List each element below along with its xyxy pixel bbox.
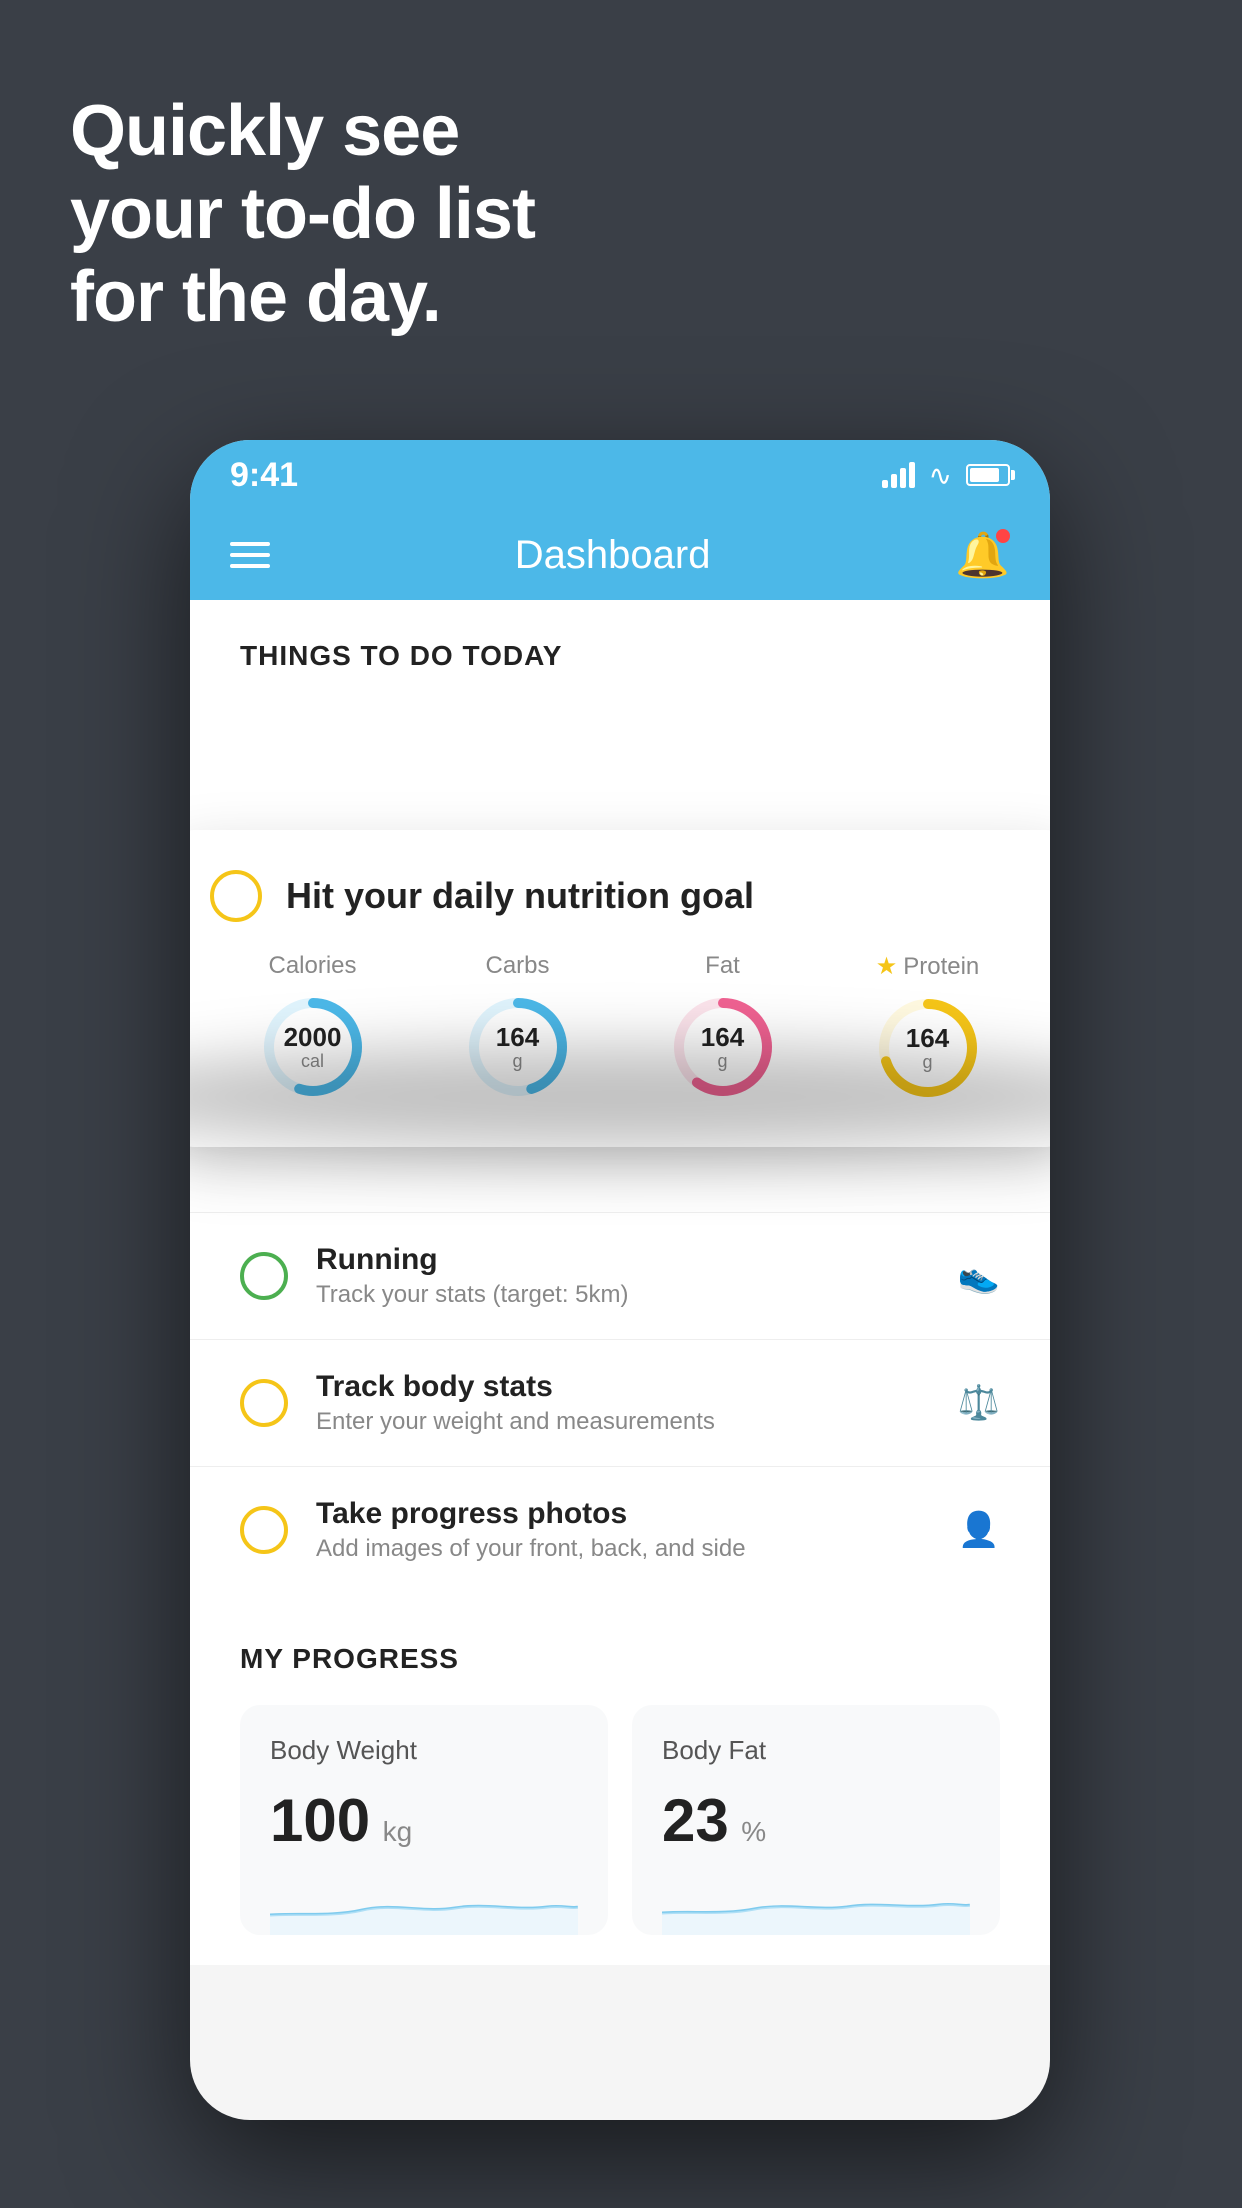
- status-time: 9:41: [230, 456, 298, 495]
- body-stats-icon: ⚖️: [958, 1383, 1000, 1423]
- photos-check-circle: [240, 1506, 288, 1554]
- body-fat-sparkline: [662, 1875, 970, 1935]
- body-weight-sparkline: [270, 1875, 578, 1935]
- body-weight-value-row: 100 kg: [270, 1786, 578, 1855]
- todo-heading: THINGS TO DO TODAY: [240, 640, 562, 671]
- wifi-icon: ∿: [929, 459, 952, 492]
- progress-cards: Body Weight 100 kg Body Fat: [240, 1705, 1000, 1935]
- todo-section-header: THINGS TO DO TODAY: [190, 600, 1050, 692]
- body-fat-value-row: 23 %: [662, 1786, 970, 1855]
- body-stats-check-circle: [240, 1379, 288, 1427]
- progress-section: MY PROGRESS Body Weight 100 kg: [190, 1593, 1050, 1965]
- body-fat-unit: %: [741, 1816, 766, 1847]
- running-check-circle: [240, 1252, 288, 1300]
- body-stats-subtitle: Enter your weight and measurements: [316, 1408, 930, 1436]
- nav-bar: Dashboard 🔔: [190, 510, 1050, 600]
- todo-check-circle[interactable]: [210, 870, 262, 922]
- photos-title: Take progress photos: [316, 1497, 930, 1531]
- fat-label: Fat: [705, 952, 740, 980]
- calories-value: 2000: [284, 1023, 342, 1052]
- content-area: THINGS TO DO TODAY Hit your daily nutrit…: [190, 600, 1050, 1965]
- signal-icon: [882, 462, 915, 488]
- running-text: Running Track your stats (target: 5km): [316, 1243, 930, 1309]
- photos-text: Take progress photos Add images of your …: [316, 1497, 930, 1563]
- todo-list: Running Track your stats (target: 5km) 👟…: [190, 1212, 1050, 1593]
- calories-label: Calories: [268, 952, 356, 980]
- carbs-label: Carbs: [485, 952, 549, 980]
- card-header: Hit your daily nutrition goal: [210, 870, 1030, 922]
- notifications-button[interactable]: 🔔: [955, 529, 1010, 581]
- body-weight-label: Body Weight: [270, 1735, 578, 1766]
- progress-heading: MY PROGRESS: [240, 1643, 1000, 1675]
- body-fat-label: Body Fat: [662, 1735, 970, 1766]
- photos-icon: 👤: [958, 1510, 1000, 1550]
- todo-item-photos[interactable]: Take progress photos Add images of your …: [190, 1466, 1050, 1593]
- protein-label: Protein: [903, 953, 979, 981]
- running-title: Running: [316, 1243, 930, 1277]
- body-stats-title: Track body stats: [316, 1370, 930, 1404]
- body-fat-value: 23: [662, 1787, 729, 1854]
- headline-line1: Quickly see: [70, 90, 535, 173]
- body-fat-card[interactable]: Body Fat 23 %: [632, 1705, 1000, 1935]
- running-subtitle: Track your stats (target: 5km): [316, 1281, 930, 1309]
- body-weight-card[interactable]: Body Weight 100 kg: [240, 1705, 608, 1935]
- headline: Quickly see your to-do list for the day.: [70, 90, 535, 338]
- star-icon: ★: [876, 952, 898, 981]
- phone-mockup: 9:41 ∿ Dashboard 🔔 THINGS TO: [190, 440, 1050, 2120]
- photos-subtitle: Add images of your front, back, and side: [316, 1535, 930, 1563]
- nutrition-card: Hit your daily nutrition goal Calories 2…: [190, 830, 1050, 1147]
- notification-badge: [996, 529, 1010, 543]
- menu-button[interactable]: [230, 542, 270, 568]
- running-icon: 👟: [958, 1256, 1000, 1296]
- headline-line3: for the day.: [70, 256, 535, 339]
- body-weight-value: 100: [270, 1787, 370, 1854]
- body-weight-unit: kg: [383, 1816, 413, 1847]
- status-icons: ∿: [882, 459, 1010, 492]
- status-bar: 9:41 ∿: [190, 440, 1050, 510]
- card-shadow: [190, 1047, 1050, 1147]
- protein-label-row: ★ Protein: [876, 952, 980, 981]
- body-stats-text: Track body stats Enter your weight and m…: [316, 1370, 930, 1436]
- card-title: Hit your daily nutrition goal: [286, 875, 754, 917]
- protein-value: 164: [906, 1024, 949, 1053]
- headline-line2: your to-do list: [70, 173, 535, 256]
- nav-title: Dashboard: [515, 533, 711, 578]
- battery-icon: [966, 464, 1010, 486]
- todo-item-body-stats[interactable]: Track body stats Enter your weight and m…: [190, 1339, 1050, 1466]
- todo-item-running[interactable]: Running Track your stats (target: 5km) 👟: [190, 1212, 1050, 1339]
